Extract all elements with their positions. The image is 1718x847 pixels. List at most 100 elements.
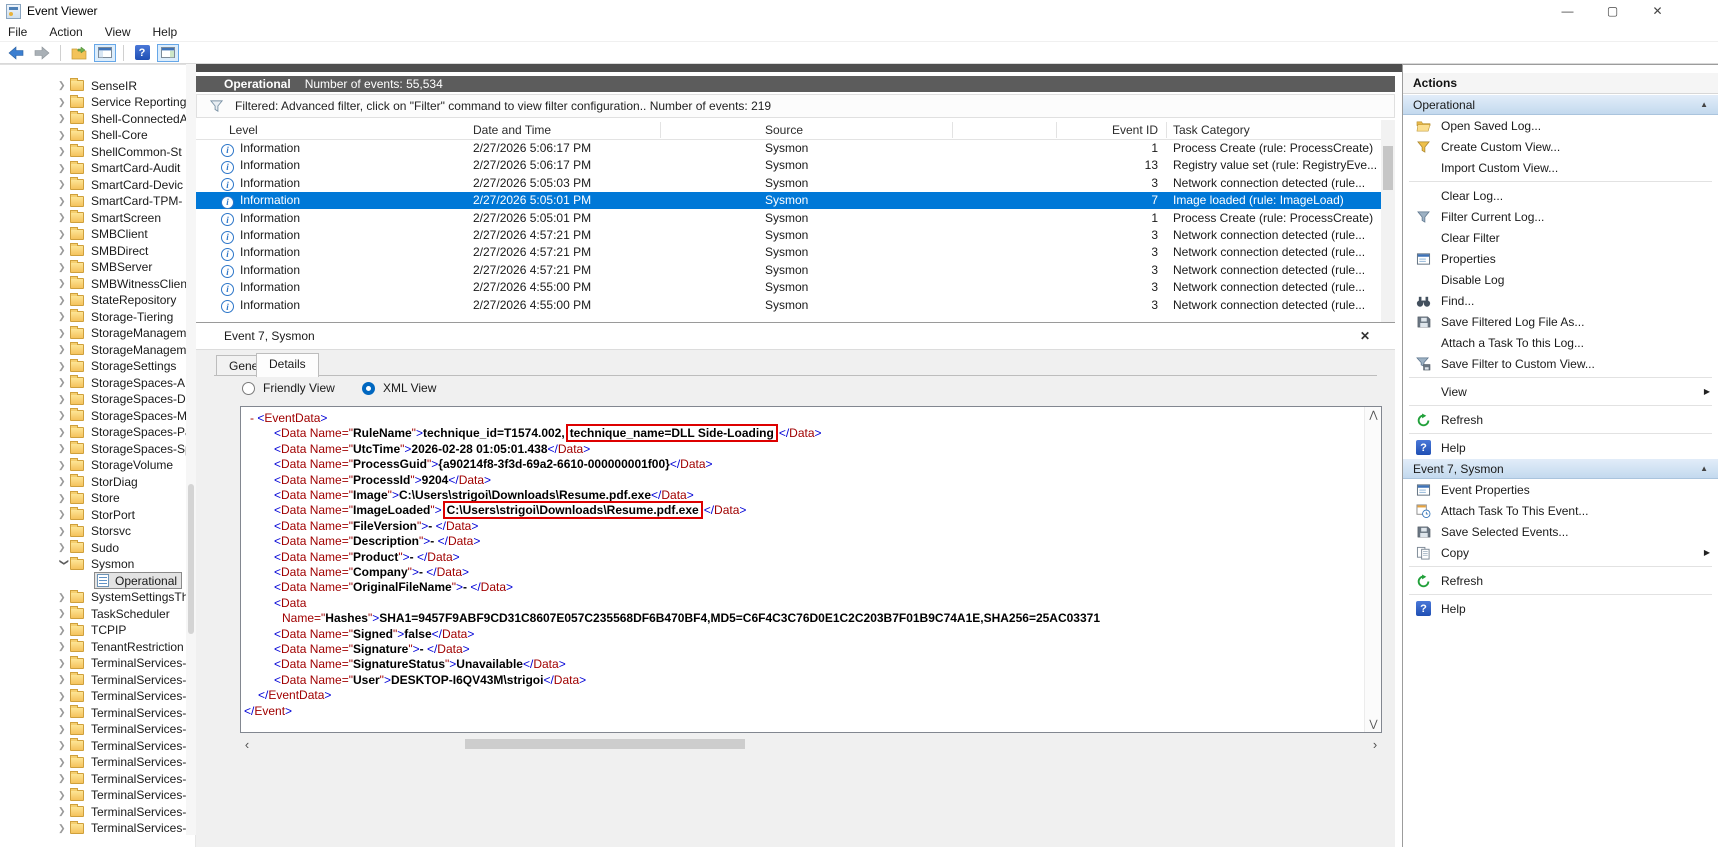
action-save-filtered-log-file-as[interactable]: Save Filtered Log File As... [1403, 311, 1718, 332]
tree-item-storport[interactable]: ❯ StorPort [0, 506, 186, 523]
chevron-right-icon[interactable]: ❯ [58, 526, 70, 537]
tree-item-terminalservices-[interactable]: ❯ TerminalServices- [0, 787, 186, 804]
action-properties[interactable]: Properties [1403, 248, 1718, 269]
tree-item-smartscreen[interactable]: ❯ SmartScreen [0, 209, 186, 226]
chevron-right-icon[interactable]: ❯ [58, 262, 70, 273]
tree-item-operational[interactable]: Operational [0, 572, 186, 589]
menu-action[interactable]: Action [49, 25, 82, 39]
tree-item-terminalservices-[interactable]: ❯ TerminalServices- [0, 721, 186, 738]
chevron-right-icon[interactable]: ❯ [58, 823, 70, 834]
chevron-right-icon[interactable]: ❯ [58, 278, 70, 289]
actions-group-header-operational[interactable]: Operational ▲ [1403, 94, 1718, 115]
tree-item-sysmon[interactable]: ❯ Sysmon [0, 556, 186, 573]
back-icon[interactable] [5, 44, 27, 62]
chevron-right-icon[interactable]: ❯ [58, 542, 70, 553]
tree-item-terminalservices-[interactable]: ❯ TerminalServices- [0, 754, 186, 771]
action-filter-current-log[interactable]: Filter Current Log... [1403, 206, 1718, 227]
chevron-right-icon[interactable]: ❯ [58, 295, 70, 306]
chevron-down-icon[interactable]: ⋁ [1365, 716, 1381, 732]
event-row-selected[interactable]: i Information 2/27/2026 5:05:01 PM Sysmon 7 I… [196, 192, 1381, 210]
close-icon[interactable]: ✕ [1357, 328, 1373, 344]
scrollbar-thumb[interactable] [1383, 146, 1393, 190]
chevron-right-icon[interactable]: ❯ [58, 97, 70, 108]
chevron-right-icon[interactable]: ❯ [58, 443, 70, 454]
chevron-right-icon[interactable]: ❯ [58, 245, 70, 256]
tree-item-storsvc[interactable]: ❯ Storsvc [0, 523, 186, 540]
event-row[interactable]: i Information 2/27/2026 4:57:21 PM Sysmon 3 N… [196, 244, 1381, 261]
xml-content[interactable]: - <EventData> <Data Name="RuleName">techn… [242, 409, 1362, 729]
radio-xml-view[interactable]: XML View [362, 381, 436, 395]
event-row[interactable]: i Information 2/27/2026 5:05:03 PM Sysmon 3 N… [196, 175, 1381, 192]
xml-horizontal-scrollbar[interactable]: ‹ › [240, 737, 1382, 752]
tree-item-smartcard-tpm-[interactable]: ❯ SmartCard-TPM- [0, 193, 186, 210]
tree-item-sudo[interactable]: ❯ Sudo [0, 539, 186, 556]
chevron-right-icon[interactable]: ❯ [58, 229, 70, 240]
chevron-right-icon[interactable]: ❯ [58, 625, 70, 636]
tree-item-terminalservices-[interactable]: ❯ TerminalServices- [0, 770, 186, 787]
chevron-down-icon[interactable]: ❯ [59, 558, 70, 570]
chevron-right-icon[interactable]: ❯ [58, 509, 70, 520]
tree-item-service-reporting[interactable]: ❯ Service Reporting [0, 94, 186, 111]
actions-group-header-event-7-sysmon[interactable]: Event 7, Sysmon ▲ [1403, 458, 1718, 479]
chevron-right-icon[interactable]: ❯ [58, 163, 70, 174]
action-pane-toggle-icon[interactable] [157, 43, 179, 62]
tree-item-storagespaces-pa[interactable]: ❯ StorageSpaces-Pa [0, 424, 186, 441]
chevron-right-icon[interactable]: ❯ [58, 790, 70, 801]
export-icon[interactable] [68, 44, 90, 62]
tab-details[interactable]: Details [256, 353, 319, 377]
column-header-task-category[interactable]: Task Category [1173, 123, 1250, 137]
event-row[interactable]: i Information 2/27/2026 4:57:21 PM Sysmon 3 N… [196, 227, 1381, 244]
chevron-right-icon[interactable]: ❯ [58, 641, 70, 652]
action-refresh[interactable]: Refresh [1403, 570, 1718, 591]
action-open-saved-log[interactable]: Open Saved Log... [1403, 115, 1718, 136]
event-row[interactable]: i Information 2/27/2026 4:55:00 PM Sysmon 3 N… [196, 297, 1381, 314]
chevron-right-icon[interactable]: ❯ [58, 377, 70, 388]
chevron-right-icon[interactable]: ❯ [58, 427, 70, 438]
tree-item-store[interactable]: ❯ Store [0, 490, 186, 507]
tree-item-smartcard-audit[interactable]: ❯ SmartCard-Audit [0, 160, 186, 177]
tree-item-smartcard-devic[interactable]: ❯ SmartCard-Devic [0, 176, 186, 193]
event-row[interactable]: i Information 2/27/2026 5:06:17 PM Sysmon 1 P… [196, 140, 1381, 157]
action-attach-task-to-this-event[interactable]: Attach Task To This Event... [1403, 500, 1718, 521]
column-separator[interactable] [952, 122, 953, 138]
column-separator[interactable] [1056, 122, 1057, 138]
chevron-right-icon[interactable]: ❯ [58, 674, 70, 685]
column-header-event-id[interactable]: Event ID [1066, 123, 1158, 137]
chevron-right-icon[interactable]: ❯ [58, 724, 70, 735]
event-row[interactable]: i Information 2/27/2026 5:06:17 PM Sysmon 13… [196, 157, 1381, 174]
action-event-properties[interactable]: Event Properties [1403, 479, 1718, 500]
action-save-selected-events[interactable]: Save Selected Events... [1403, 521, 1718, 542]
tree-item-systemsettingsth[interactable]: ❯ SystemSettingsTh [0, 589, 186, 606]
chevron-right-icon[interactable]: ❯ [58, 130, 70, 141]
chevron-right-icon[interactable]: ❯ [58, 476, 70, 487]
tree-item-storagespaces-a[interactable]: ❯ StorageSpaces-A [0, 374, 186, 391]
chevron-right-icon[interactable]: ❯ [58, 592, 70, 603]
console-tree-toggle-icon[interactable] [94, 43, 116, 62]
forward-icon[interactable] [31, 44, 53, 62]
action-attach-a-task-to-this-log[interactable]: Attach a Task To this Log... [1403, 332, 1718, 353]
tree-vertical-scrollbar[interactable] [186, 64, 196, 835]
column-separator[interactable] [660, 122, 661, 138]
action-save-filter-to-custom-view[interactable]: Save Filter to Custom View... [1403, 353, 1718, 374]
chevron-right-icon[interactable]: ❯ [58, 179, 70, 190]
event-row[interactable]: i Information 2/27/2026 5:05:01 PM Sysmon 1 P… [196, 210, 1381, 227]
chevron-right-icon[interactable]: ❯ [58, 460, 70, 471]
column-separator[interactable] [1166, 122, 1167, 138]
tree-item-terminalservices-[interactable]: ❯ TerminalServices- [0, 737, 186, 754]
scrollbar-thumb[interactable] [465, 739, 745, 749]
tree-item-shellcommon-st[interactable]: ❯ ShellCommon-St [0, 143, 186, 160]
tree-item-storagevolume[interactable]: ❯ StorageVolume [0, 457, 186, 474]
close-button[interactable]: ✕ [1635, 0, 1680, 22]
radio-button-icon[interactable] [242, 381, 255, 395]
action-help[interactable]: ? Help [1403, 598, 1718, 619]
action-create-custom-view[interactable]: Create Custom View... [1403, 136, 1718, 157]
collapse-arrow-icon[interactable]: ▲ [1700, 100, 1708, 109]
menu-help[interactable]: Help [153, 25, 178, 39]
action-clear-log[interactable]: Clear Log... [1403, 185, 1718, 206]
radio-button-icon[interactable] [362, 381, 375, 395]
chevron-right-icon[interactable]: ❯ [58, 773, 70, 784]
chevron-right-icon[interactable]: ❯ [58, 707, 70, 718]
tree-item-shell-connecteda[interactable]: ❯ Shell-ConnectedA [0, 110, 186, 127]
tree-item-smbclient[interactable]: ❯ SMBClient [0, 226, 186, 243]
tree-item-senseir[interactable]: ❯ SenseIR [0, 77, 186, 94]
